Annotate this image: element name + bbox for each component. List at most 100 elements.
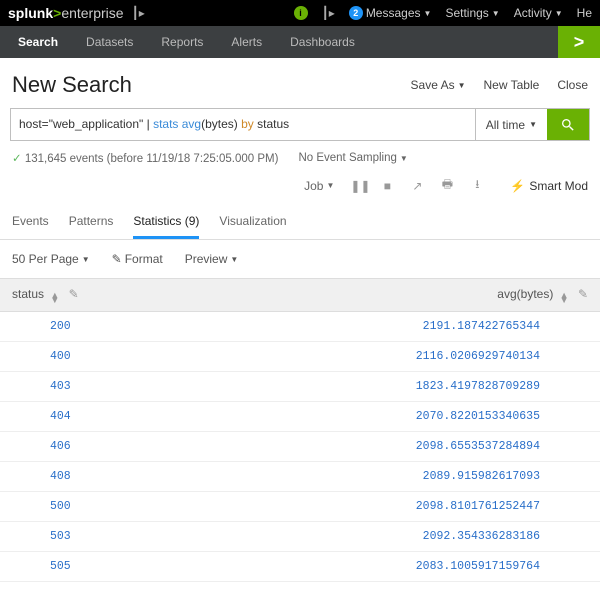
header-actions: Save As▼ New Table Close: [411, 78, 588, 92]
table-row: 5032092.354336283186: [0, 522, 600, 552]
cell-avg[interactable]: 2083.1005917159764: [190, 552, 600, 582]
export-icon[interactable]: ⭳: [470, 175, 484, 196]
messages-menu[interactable]: 2 Messages ▼: [349, 6, 432, 20]
format-label: Format: [125, 252, 163, 266]
table-row: 4082089.915982617093: [0, 462, 600, 492]
result-tabs: Events Patterns Statistics (9) Visualiza…: [0, 206, 600, 240]
search-input[interactable]: host="web_application" | stats avg(bytes…: [11, 109, 475, 140]
sort-icon: ▲▼: [50, 293, 59, 303]
check-icon: ✓: [12, 153, 22, 165]
bolt-icon: ⚡: [510, 179, 525, 193]
breadcrumb-toggle[interactable]: ┃▸: [132, 6, 145, 20]
smart-label: Smart Mod: [529, 179, 588, 193]
cell-status[interactable]: 500: [0, 492, 190, 522]
col-avg-header[interactable]: avg(bytes) ▲▼ ✎: [190, 279, 600, 312]
cell-status[interactable]: 403: [0, 372, 190, 402]
caret-down-icon: ▼: [492, 9, 500, 18]
nav-search-button[interactable]: >: [558, 26, 600, 58]
tab-patterns[interactable]: Patterns: [69, 206, 114, 239]
table-row: 4062098.6553537284894: [0, 432, 600, 462]
pause-icon[interactable]: ❚❚: [350, 179, 364, 193]
activity-menu[interactable]: Activity ▼: [514, 6, 563, 20]
table-controls: 50 Per Page ▼ ✎ Format Preview ▼: [0, 240, 600, 278]
nav-item-datasets[interactable]: Datasets: [72, 26, 147, 58]
status-bar: ✓ 131,645 events (before 11/19/18 7:25:0…: [0, 141, 600, 171]
topbar: splunk>enterprise ┃▸ i ┃▸ 2 Messages ▼ S…: [0, 0, 600, 26]
time-range-label: All time: [486, 118, 525, 132]
search-bar: host="web_application" | stats avg(bytes…: [10, 108, 590, 141]
nav-item-alerts[interactable]: Alerts: [217, 26, 276, 58]
cell-avg[interactable]: 2089.915982617093: [190, 462, 600, 492]
cell-avg[interactable]: 2098.6553537284894: [190, 432, 600, 462]
print-icon[interactable]: 🖶: [440, 175, 454, 196]
event-count: ✓ 131,645 events (before 11/19/18 7:25:0…: [12, 151, 278, 165]
format-menu[interactable]: ✎ Format: [112, 252, 163, 266]
topbar-right: i ┃▸ 2 Messages ▼ Settings ▼ Activity ▼ …: [294, 6, 592, 20]
sampling-menu[interactable]: No Event Sampling▼: [298, 152, 407, 164]
smart-mode[interactable]: ⚡ Smart Mod: [510, 179, 588, 193]
cell-avg[interactable]: 2191.187422765344: [190, 312, 600, 342]
settings-menu[interactable]: Settings ▼: [445, 6, 499, 20]
sampling-label: No Event Sampling: [298, 152, 396, 164]
event-count-text: 131,645 events (before 11/19/18 7:25:05.…: [25, 153, 279, 165]
job-toolbar: Job▼ ❚❚ ■ ↗ 🖶 ⭳ ⚡ Smart Mod: [0, 171, 600, 206]
sort-icon: ▲▼: [560, 293, 569, 303]
save-as-menu[interactable]: Save As▼: [411, 78, 466, 92]
info-crumb[interactable]: ┃▸: [322, 6, 335, 20]
edit-icon[interactable]: ✎: [578, 287, 588, 301]
tab-statistics[interactable]: Statistics (9): [133, 206, 199, 239]
tab-visualization[interactable]: Visualization: [219, 206, 286, 239]
caret-down-icon: ▼: [230, 255, 238, 264]
job-label: Job: [304, 179, 323, 193]
query-function: avg: [182, 117, 201, 131]
query-text: (bytes): [201, 117, 241, 131]
nav-item-search[interactable]: Search: [4, 26, 72, 58]
nav-item-reports[interactable]: Reports: [147, 26, 217, 58]
cell-status[interactable]: 503: [0, 522, 190, 552]
info-badge[interactable]: i: [294, 6, 308, 20]
edit-icon[interactable]: ✎: [69, 287, 79, 301]
query-text: status: [254, 117, 289, 131]
cell-status[interactable]: 505: [0, 552, 190, 582]
per-page-menu[interactable]: 50 Per Page ▼: [12, 252, 90, 266]
caret-down-icon: ▼: [326, 181, 334, 190]
col-status-label: status: [12, 287, 44, 301]
activity-label: Activity: [514, 6, 552, 20]
search-submit-button[interactable]: [547, 109, 589, 140]
stop-icon[interactable]: ■: [380, 179, 394, 193]
caret-down-icon: ▼: [555, 9, 563, 18]
cell-status[interactable]: 200: [0, 312, 190, 342]
table-row: 4031823.4197828709289: [0, 372, 600, 402]
cell-avg[interactable]: 1823.4197828709289: [190, 372, 600, 402]
cell-avg[interactable]: 2092.354336283186: [190, 522, 600, 552]
new-table-button[interactable]: New Table: [484, 78, 540, 92]
caret-down-icon: ▼: [82, 255, 90, 264]
cell-status[interactable]: 406: [0, 432, 190, 462]
page-header: New Search Save As▼ New Table Close: [0, 58, 600, 108]
cell-avg[interactable]: 2070.8220153340635: [190, 402, 600, 432]
query-keyword: by: [241, 117, 254, 131]
query-keyword: stats: [153, 117, 178, 131]
cell-status[interactable]: 400: [0, 342, 190, 372]
cell-status[interactable]: 408: [0, 462, 190, 492]
job-menu[interactable]: Job▼: [304, 179, 334, 193]
share-icon[interactable]: ↗: [410, 179, 424, 193]
cell-status[interactable]: 404: [0, 402, 190, 432]
preview-menu[interactable]: Preview ▼: [185, 252, 239, 266]
caret-down-icon: ▼: [458, 81, 466, 90]
per-page-label: 50 Per Page: [12, 252, 79, 266]
logo: splunk>enterprise: [8, 5, 124, 21]
cell-avg[interactable]: 2098.8101761252447: [190, 492, 600, 522]
help-menu[interactable]: He: [577, 6, 592, 20]
nav-item-dashboards[interactable]: Dashboards: [276, 26, 369, 58]
close-button[interactable]: Close: [557, 78, 588, 92]
col-status-header[interactable]: status ▲▼ ✎: [0, 279, 190, 312]
preview-label: Preview: [185, 252, 228, 266]
tab-events[interactable]: Events: [12, 206, 49, 239]
settings-label: Settings: [445, 6, 488, 20]
format-icon: ✎: [112, 252, 122, 266]
col-avg-label: avg(bytes): [497, 287, 553, 301]
table-row: 5052083.1005917159764: [0, 552, 600, 582]
cell-avg[interactable]: 2116.0206929740134: [190, 342, 600, 372]
time-range-picker[interactable]: All time ▼: [475, 109, 547, 140]
